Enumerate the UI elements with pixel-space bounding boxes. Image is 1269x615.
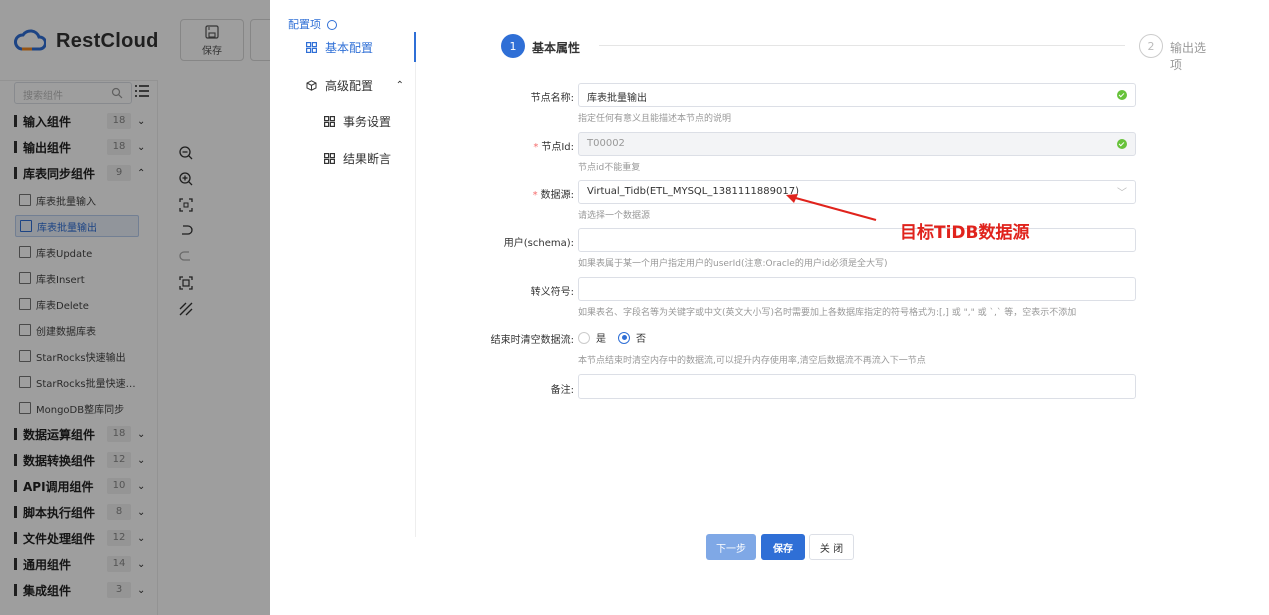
required-marker: * xyxy=(532,190,538,201)
node-id-input: T00002 xyxy=(578,132,1136,156)
grid-icon xyxy=(306,41,317,53)
nav-advanced-config[interactable]: 高级配置 ⌃ xyxy=(288,70,416,100)
node-config-drawer: 配置项 基本配置 高级配置 ⌃ 事务设置 结果断言 1 基本属性 2 输出选项 … xyxy=(270,0,1269,615)
step-divider xyxy=(599,45,1125,46)
annotation-arrow-icon xyxy=(786,194,877,222)
node-id-hint: 节点id不能重复 xyxy=(578,163,641,173)
grid-icon xyxy=(324,115,335,127)
node-name-label: 节点名称: xyxy=(530,93,574,104)
datasource-hint: 请选择一个数据源 xyxy=(578,211,651,221)
step-number: 2 xyxy=(1139,34,1163,58)
datasource-label: * 数据源: xyxy=(532,190,574,201)
schema-hint: 如果表属于某一个用户指定用户的userId(注意:Oracle的用户id必须是全… xyxy=(578,259,888,269)
schema-input[interactable] xyxy=(578,228,1136,252)
clear-stream-label: 结束时清空数据流: xyxy=(490,335,574,346)
nav-basic-config[interactable]: 基本配置 xyxy=(288,32,416,62)
radio-no[interactable]: 否 xyxy=(618,330,646,345)
step-number: 1 xyxy=(501,34,525,58)
escape-label: 转义符号: xyxy=(530,287,574,298)
step-label: 输出选项 xyxy=(1170,41,1207,72)
clear-stream-hint: 本节点结束时清空内存中的数据流,可以提升内存使用率,清空后数据流不再流入下一节点 xyxy=(578,356,926,366)
remark-textarea[interactable] xyxy=(578,374,1136,399)
nav-result-assertion[interactable]: 结果断言 xyxy=(306,143,416,173)
radio-circle-selected xyxy=(618,331,630,344)
settings-icon xyxy=(326,20,337,30)
step-label: 基本属性 xyxy=(532,41,581,55)
escape-hint: 如果表名、字段名等为关键字或中文(英文大小写)名时需要加上各数据库指定的符号格式… xyxy=(578,308,1077,318)
close-button[interactable]: 关 闭 xyxy=(809,534,854,560)
remark-label: 备注: xyxy=(550,385,574,396)
save-button[interactable]: 保存 xyxy=(761,534,805,560)
node-name-hint: 指定任何有意义且能描述本节点的说明 xyxy=(578,114,732,124)
config-nav: 基本配置 高级配置 ⌃ 事务设置 结果断言 xyxy=(288,32,416,537)
grid-icon xyxy=(324,152,335,164)
annotation-label: 目标TiDB数据源 xyxy=(900,223,1030,243)
check-circle-icon xyxy=(1117,139,1127,149)
check-circle-icon xyxy=(1117,90,1127,100)
config-section-title: 配置项 xyxy=(288,16,337,32)
schema-label: 用户(schema): xyxy=(503,238,574,249)
next-step-button[interactable]: 下一步 xyxy=(706,534,756,560)
modal-overlay[interactable] xyxy=(0,0,270,615)
nav-transaction-settings[interactable]: 事务设置 xyxy=(306,106,416,136)
radio-yes[interactable]: 是 xyxy=(578,330,606,345)
chevron-up-icon: ⌃ xyxy=(395,79,404,91)
radio-circle xyxy=(578,331,590,344)
node-id-label: * 节点Id: xyxy=(533,142,574,153)
node-name-input[interactable]: 库表批量输出 xyxy=(578,83,1136,107)
escape-input[interactable] xyxy=(578,277,1136,301)
required-marker: * xyxy=(533,142,539,153)
chevron-down-icon: ﹀ xyxy=(1117,188,1127,199)
cube-icon xyxy=(306,79,317,91)
step-indicator: 1 基本属性 2 输出选项 xyxy=(501,34,1213,72)
